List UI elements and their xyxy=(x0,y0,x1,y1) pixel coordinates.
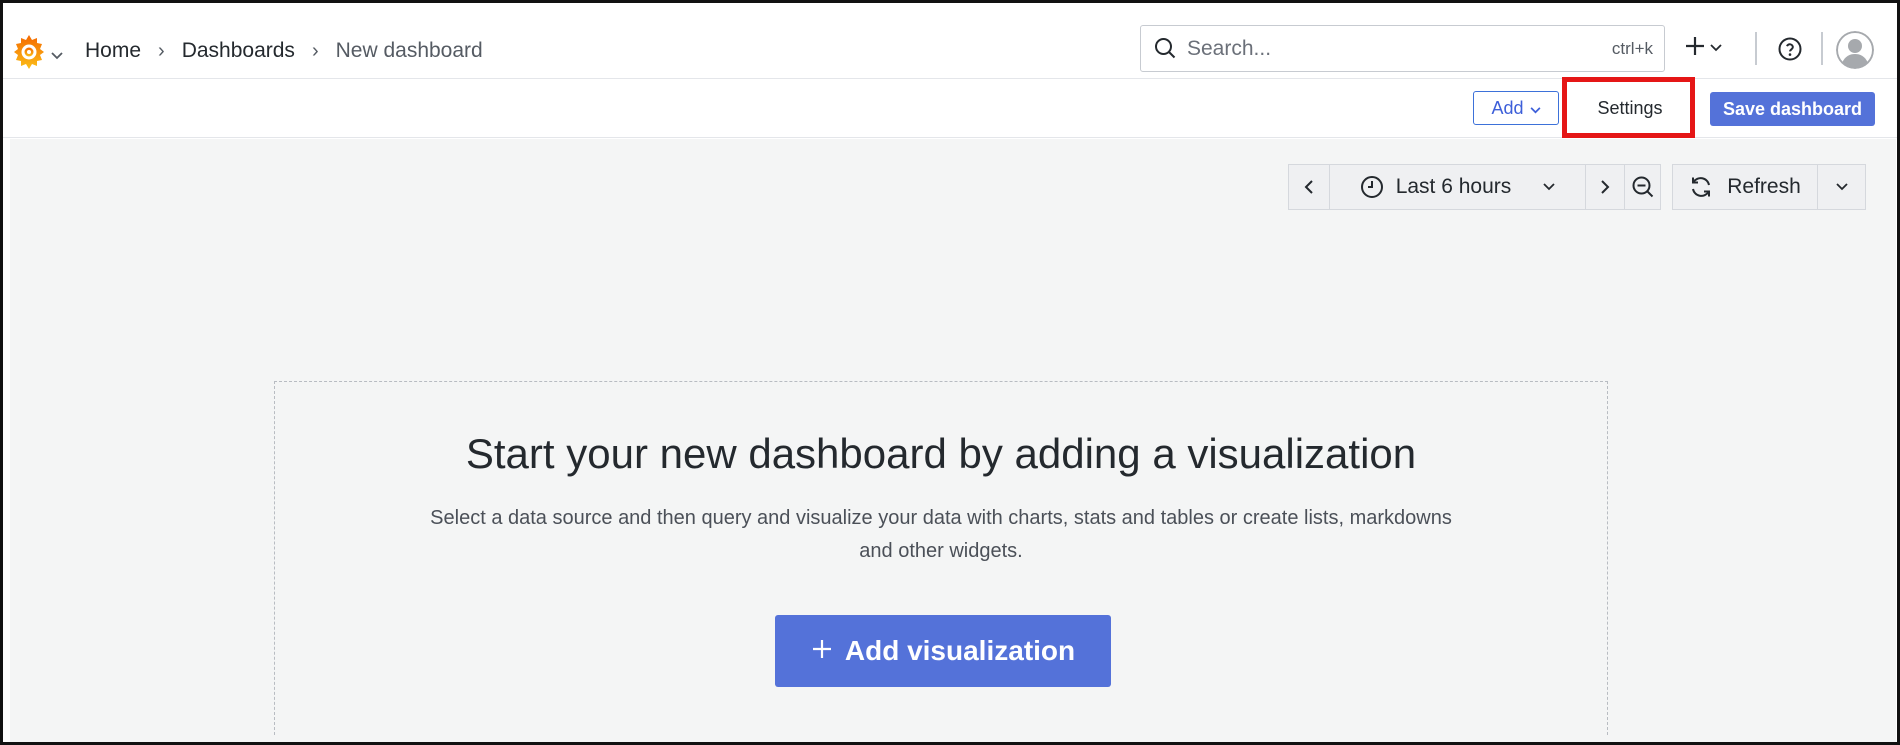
breadcrumb-home[interactable]: Home xyxy=(85,39,141,63)
search-box[interactable]: ctrl+k xyxy=(1140,25,1665,72)
chevron-right-icon xyxy=(1601,180,1610,194)
breadcrumb-current: New dashboard xyxy=(335,39,483,62)
plus-icon xyxy=(1684,35,1706,62)
add-visualization-label: Add visualization xyxy=(844,635,1076,666)
chevron-down-icon[interactable] xyxy=(51,47,63,65)
chevron-down-icon xyxy=(1836,183,1848,191)
add-button-label: Add xyxy=(1491,97,1524,118)
breadcrumb: Home › Dashboards › New dashboard xyxy=(85,39,483,63)
chevron-left-icon xyxy=(1304,180,1313,194)
breadcrumb-separator: › xyxy=(311,39,319,62)
breadcrumb-separator: › xyxy=(158,39,165,62)
time-range-button[interactable]: Last 6 hours xyxy=(1330,165,1585,209)
time-shift-forward-button[interactable] xyxy=(1586,165,1624,209)
add-button[interactable]: Add xyxy=(1473,91,1559,125)
plus-icon xyxy=(811,635,833,667)
search-icon xyxy=(1154,37,1176,64)
divider xyxy=(1821,32,1823,65)
divider xyxy=(1755,32,1757,65)
avatar[interactable] xyxy=(1836,31,1874,69)
top-nav-bar: Home › Dashboards › New dashboard ctrl+k xyxy=(3,3,1897,79)
empty-dashboard-panel: Start your new dashboard by adding a vis… xyxy=(274,381,1608,735)
zoom-out-icon xyxy=(1632,176,1654,198)
time-range-picker: Last 6 hours xyxy=(1288,164,1661,210)
add-visualization-button[interactable]: Add visualization xyxy=(775,615,1111,687)
settings-button[interactable]: Settings xyxy=(1574,92,1686,125)
refresh-interval-dropdown[interactable] xyxy=(1818,165,1866,209)
empty-state-title: Start your new dashboard by adding a vis… xyxy=(465,430,1417,477)
new-menu-button[interactable] xyxy=(1684,33,1722,63)
help-icon[interactable] xyxy=(1778,37,1802,66)
search-input[interactable] xyxy=(1185,34,1589,64)
breadcrumb-dashboards[interactable]: Dashboards xyxy=(182,39,295,63)
dashboard-canvas: Last 6 hours Refresh Start your new dash… xyxy=(10,139,1896,742)
empty-state-description: Select a data source and then query and … xyxy=(430,507,1452,562)
refresh-label: Refresh xyxy=(1727,175,1801,198)
chevron-down-icon xyxy=(1530,98,1541,119)
chevron-down-icon xyxy=(1543,183,1555,191)
grafana-logo-icon[interactable] xyxy=(11,32,47,72)
search-shortcut: ctrl+k xyxy=(1611,39,1653,58)
dashboard-toolbar: Add Settings Save dashboard xyxy=(3,79,1897,138)
time-range-label: Last 6 hours xyxy=(1395,175,1512,198)
chevron-down-icon xyxy=(1710,39,1722,57)
clock-icon xyxy=(1360,176,1383,198)
refresh-picker: Refresh xyxy=(1672,164,1866,210)
time-shift-back-button[interactable] xyxy=(1289,165,1329,209)
zoom-out-button[interactable] xyxy=(1625,165,1661,209)
save-dashboard-button[interactable]: Save dashboard xyxy=(1710,92,1875,126)
refresh-button[interactable]: Refresh xyxy=(1673,165,1817,209)
avatar-icon xyxy=(1836,31,1874,69)
refresh-icon xyxy=(1692,177,1711,197)
